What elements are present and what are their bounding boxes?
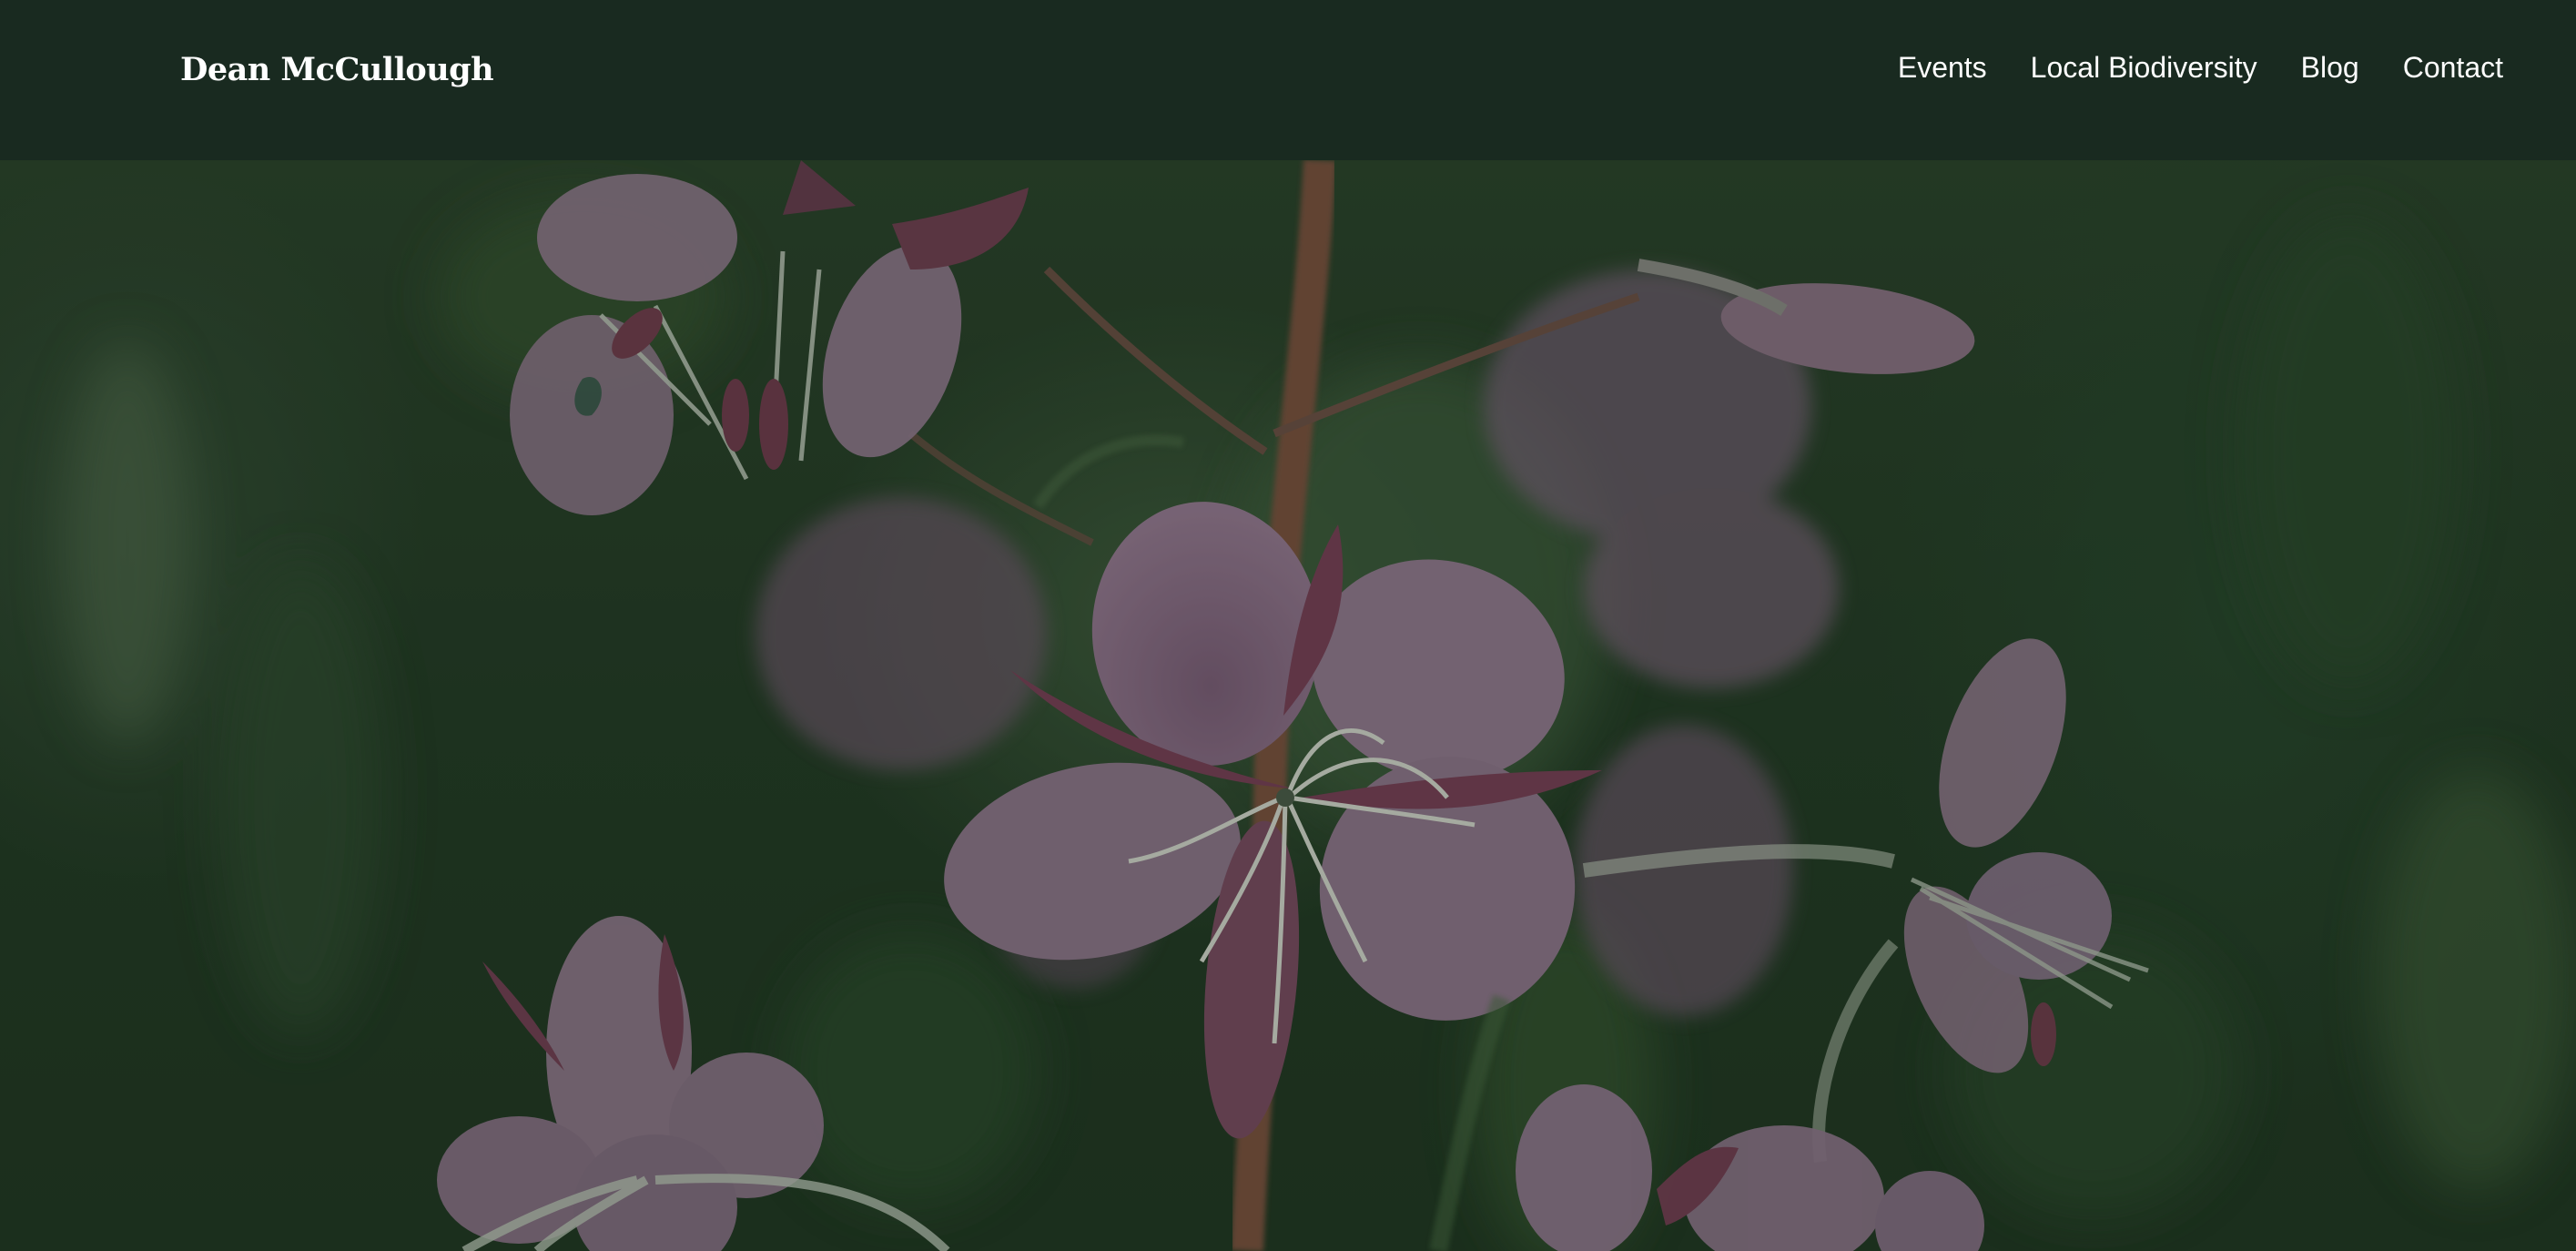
nav-link-events[interactable]: Events [1898, 51, 1987, 85]
nav-link-contact[interactable]: Contact [2403, 51, 2503, 85]
nav-link-blog[interactable]: Blog [2301, 51, 2359, 85]
nav-link-local-biodiversity[interactable]: Local Biodiversity [2031, 51, 2257, 85]
site-title-link[interactable]: Dean McCullough [180, 51, 494, 88]
hero-overlay [0, 160, 2576, 1251]
site-header: Dean McCullough Events Local Biodiversit… [0, 0, 2576, 160]
hero-image [0, 160, 2576, 1251]
main-nav: Events Local Biodiversity Blog Contact [1898, 51, 2503, 85]
page: Dean McCullough Events Local Biodiversit… [0, 0, 2576, 1251]
